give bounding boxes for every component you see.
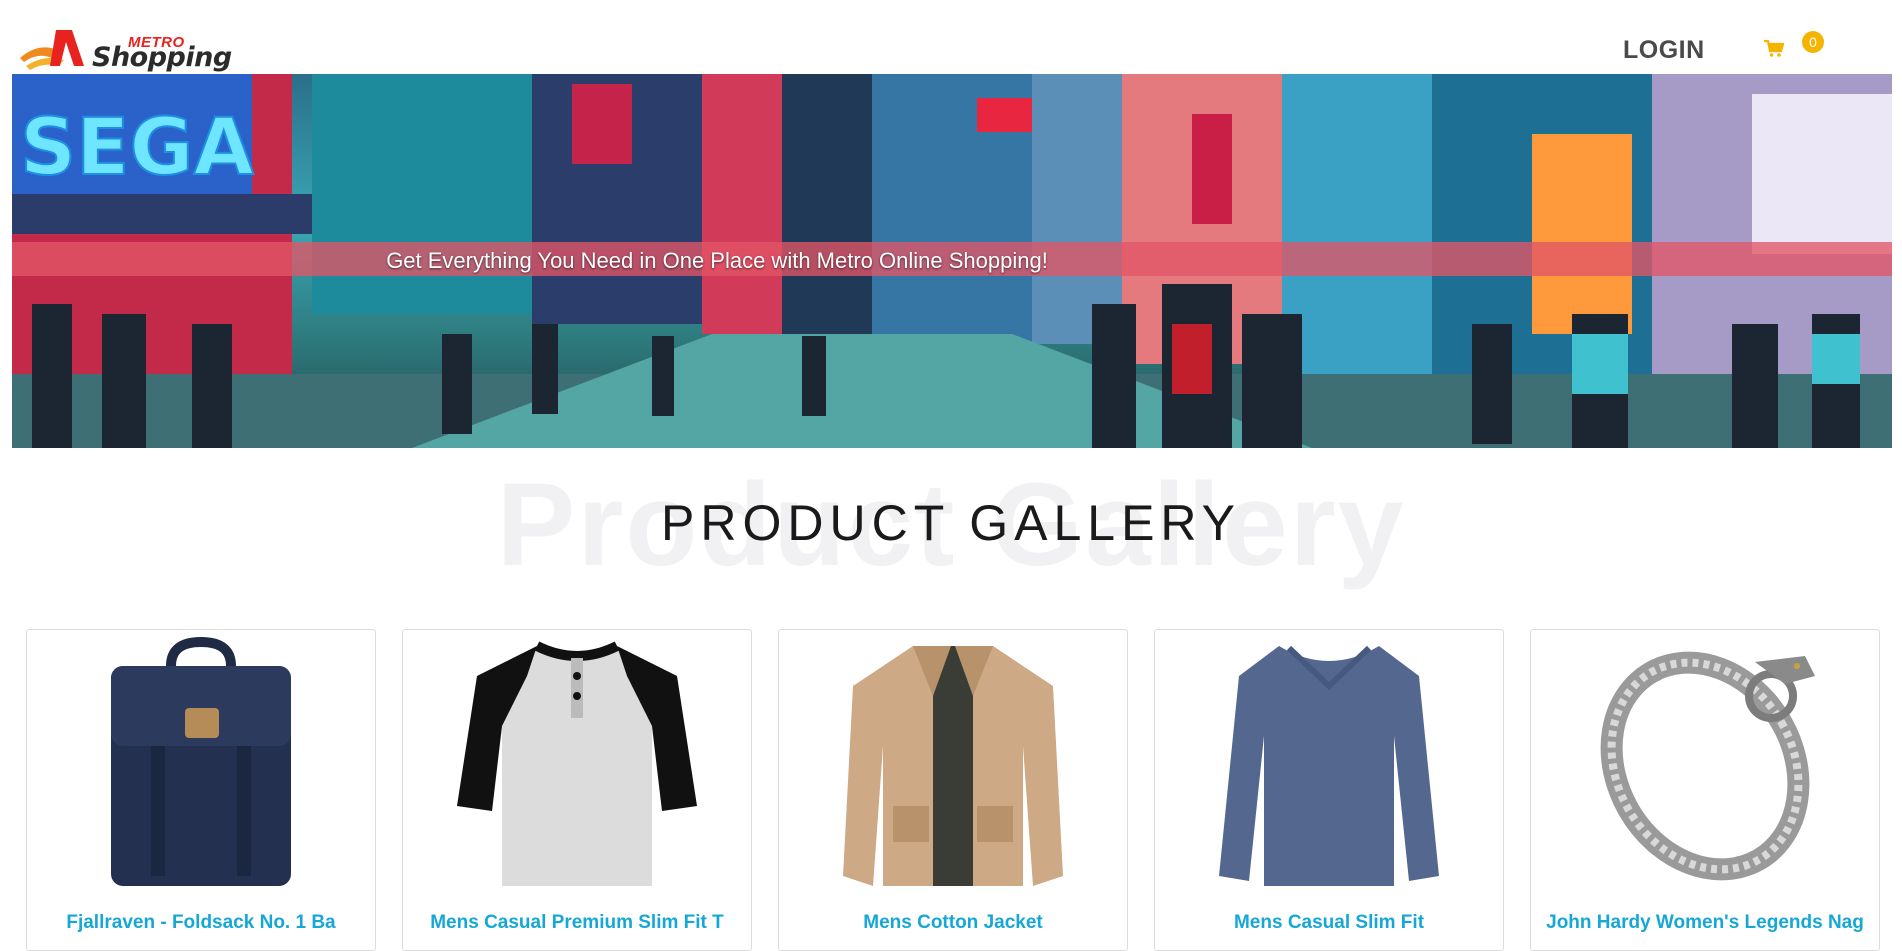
- shopping-bag-logo-icon: [20, 30, 84, 70]
- banner-tagline: Get Everything You Need in One Place wit…: [386, 248, 1048, 273]
- logo-shopping-text: Shopping: [92, 42, 232, 73]
- navbar: METRO Shopping LOGIN 0: [0, 0, 1902, 74]
- product-title[interactable]: Mens Cotton Jacket: [787, 912, 1119, 934]
- longsleeve-image: [1219, 645, 1439, 886]
- backpack-image: [111, 636, 291, 886]
- page-title: PRODUCT GALLERY: [661, 495, 1241, 551]
- product-card[interactable]: Fjallraven - Foldsack No. 1 Ba: [26, 629, 376, 951]
- gallery-heading: Product Gallery PRODUCT GALLERY: [0, 460, 1902, 600]
- product-card[interactable]: Mens Casual Premium Slim Fit T: [402, 629, 752, 951]
- bracelet-image: [1600, 651, 1815, 881]
- jacket-image: [843, 646, 1063, 886]
- login-link[interactable]: LOGIN: [1623, 36, 1705, 65]
- cart-count-badge: 0: [1802, 31, 1824, 53]
- product-title[interactable]: Fjallraven - Foldsack No. 1 Ba: [35, 912, 367, 934]
- product-card[interactable]: Mens Casual Slim Fit: [1154, 629, 1504, 951]
- raglan-tshirt-image: [457, 641, 697, 886]
- product-card[interactable]: Mens Cotton Jacket: [778, 629, 1128, 951]
- product-card[interactable]: John Hardy Women's Legends Nag: [1530, 629, 1880, 951]
- product-grid: Fjallraven - Foldsack No. 1 Ba Mens Casu…: [26, 629, 1880, 951]
- metro-shopping-logo[interactable]: METRO Shopping: [18, 28, 243, 73]
- hero-banner: SEGA Get Everything You Need in One Plac…: [12, 74, 1892, 448]
- product-title[interactable]: Mens Casual Slim Fit: [1163, 912, 1495, 934]
- product-title[interactable]: Mens Casual Premium Slim Fit T: [411, 912, 743, 934]
- svg-text:SEGA: SEGA: [20, 103, 254, 193]
- cart-icon[interactable]: [1764, 39, 1785, 58]
- product-title[interactable]: John Hardy Women's Legends Nag: [1539, 912, 1871, 934]
